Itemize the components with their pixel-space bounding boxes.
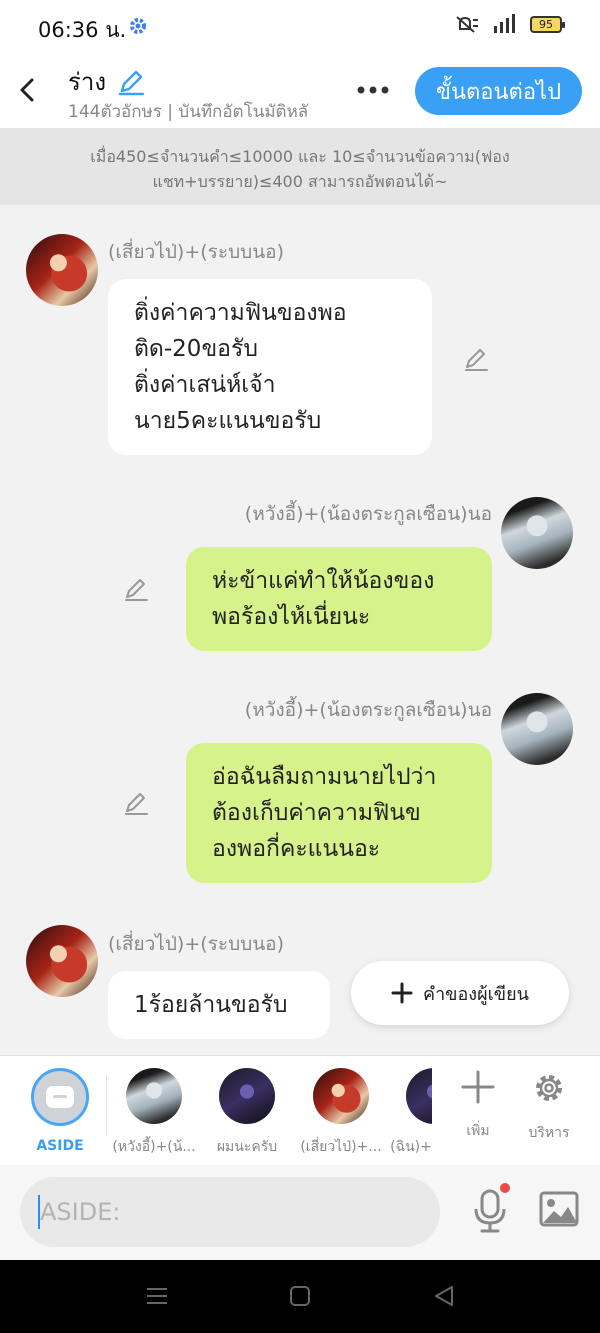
character-label: (ฉิน)+ (390, 1139, 432, 1155)
back-icon[interactable] (14, 72, 42, 108)
status-bar: 06:36 น. 95 (0, 0, 600, 54)
message-bubble[interactable]: ห่ะข้าแค่ทำให้น้องของ พอร้องไห้เนี่ยนะ (186, 547, 492, 651)
message-sender: (เสี่ยวไป่)+(ระบบนอ) (108, 241, 285, 263)
status-time: 06:36 น. (38, 18, 127, 42)
draft-subtitle: 144ตัวอักษร | บันทึกอัตโนมัติหลั (68, 102, 309, 122)
message-line: ติ่งค่าความฟินของพอ (134, 300, 347, 326)
input-bar (0, 1165, 600, 1260)
chat-area[interactable]: (เสี่ยวไป่)+(ระบบนอ) ติ่งค่าความฟินของพอ… (0, 205, 600, 1055)
microphone-icon[interactable] (470, 1187, 510, 1235)
edit-message-icon[interactable] (122, 575, 150, 603)
next-step-button[interactable]: ขั้นตอนต่อไป (415, 67, 582, 115)
character-label: ผมนะครับ (216, 1139, 278, 1155)
manage-button[interactable]: บริหาร (519, 1070, 579, 1144)
title-row: ร่าง (68, 62, 146, 101)
aside-icon (31, 1068, 89, 1126)
avatar (406, 1068, 432, 1124)
message-bubble[interactable]: 1ร้อยล้านขอรับ (108, 971, 330, 1039)
message-line: ห่ะข้าแค่ทำให้น้องของ (212, 568, 435, 594)
divider (106, 1076, 107, 1136)
system-nav-bar (0, 1260, 600, 1333)
back-nav-icon[interactable] (432, 1284, 456, 1308)
message-line: 1ร้อยล้านขอรับ (134, 992, 288, 1018)
plus-icon (461, 1070, 495, 1104)
plus-icon (391, 982, 413, 1004)
more-icon[interactable] (356, 80, 390, 100)
message-sender: (เสี่ยวไป่)+(ระบบนอ) (108, 933, 285, 955)
menu-icon[interactable] (145, 1284, 169, 1308)
character-selector: ASIDE (หวังอี้)+(น้... ผมนะครับ (เสี่ยวไ… (0, 1055, 600, 1165)
character-label: ASIDE (36, 1138, 84, 1154)
character-label: (หวังอี้)+(น้... (112, 1139, 196, 1155)
message-bubble[interactable]: ติ่งค่าความฟินของพอ ติด-20ขอรับ ติ่งค่าเ… (108, 279, 432, 455)
status-indicators: 95 (454, 14, 565, 34)
message-line: ติ่งค่าเสน่ห์เจ้า (134, 372, 276, 398)
avatar[interactable] (501, 693, 573, 765)
message-bubble[interactable]: อ่อฉันลืมถามนายไปว่า ต้องเก็บค่าความฟินข… (186, 743, 492, 883)
avatar (219, 1068, 275, 1124)
message-line: อ่อฉันลืมถามนายไปว่า (212, 764, 437, 790)
character-item[interactable]: (ฉิน)+ (390, 1068, 432, 1158)
message-input[interactable] (20, 1177, 440, 1247)
publish-notice: เมื่อ450≤จำนวนคำ≤10000 และ 10≤จำนวนข้อคว… (0, 128, 600, 205)
page-title: ร่าง (68, 68, 107, 96)
signal-icon (494, 14, 515, 33)
message-line: องพอกี่คะแนนอะ (212, 836, 381, 862)
avatar (313, 1068, 369, 1124)
header: ร่าง 144ตัวอักษร | บันทึกอัตโนมัติหลั ขั… (0, 54, 600, 128)
settings-status-icon (130, 18, 146, 34)
message-line: ติด-20ขอรับ (134, 336, 258, 362)
gear-icon (536, 1075, 562, 1101)
message-sender: (หวังอี้)+(น้องตระกูลเซือน)นอ (244, 699, 492, 721)
message-sender: (หวังอี้)+(น้องตระกูลเซือน)นอ (244, 503, 492, 525)
home-icon[interactable] (288, 1284, 312, 1308)
avatar[interactable] (501, 497, 573, 569)
notification-dot (500, 1183, 510, 1193)
character-item[interactable]: ผมนะครับ (202, 1068, 292, 1158)
avatar (126, 1068, 182, 1124)
text-caret (38, 1195, 40, 1229)
character-label: (เสี่ยวไป่)+... (300, 1139, 382, 1155)
author-note-button[interactable]: คำของผู้เขียน (351, 961, 569, 1025)
mute-icon (456, 16, 478, 33)
message-line: พอร้องไห้เนี่ยนะ (212, 604, 371, 630)
add-character-button[interactable]: เพิ่ม (448, 1070, 508, 1142)
avatar[interactable] (26, 925, 98, 997)
message-line: นาย5คะแนนขอรับ (134, 408, 322, 434)
edit-message-icon[interactable] (122, 789, 150, 817)
character-item[interactable]: (หวังอี้)+(น้... (109, 1068, 199, 1158)
add-label: เพิ่ม (466, 1123, 490, 1139)
character-aside[interactable]: ASIDE (15, 1068, 105, 1154)
character-item[interactable]: (เสี่ยวไป่)+... (296, 1068, 386, 1158)
message-line: ต้องเก็บค่าความฟินข (212, 800, 421, 826)
edit-title-icon[interactable] (116, 67, 146, 97)
manage-label: บริหาร (528, 1125, 570, 1141)
battery-icon: 95 (530, 15, 565, 33)
edit-message-icon[interactable] (462, 345, 490, 373)
author-note-label: คำของผู้เขียน (423, 983, 529, 1005)
image-icon[interactable] (539, 1191, 579, 1227)
avatar[interactable] (26, 234, 98, 306)
